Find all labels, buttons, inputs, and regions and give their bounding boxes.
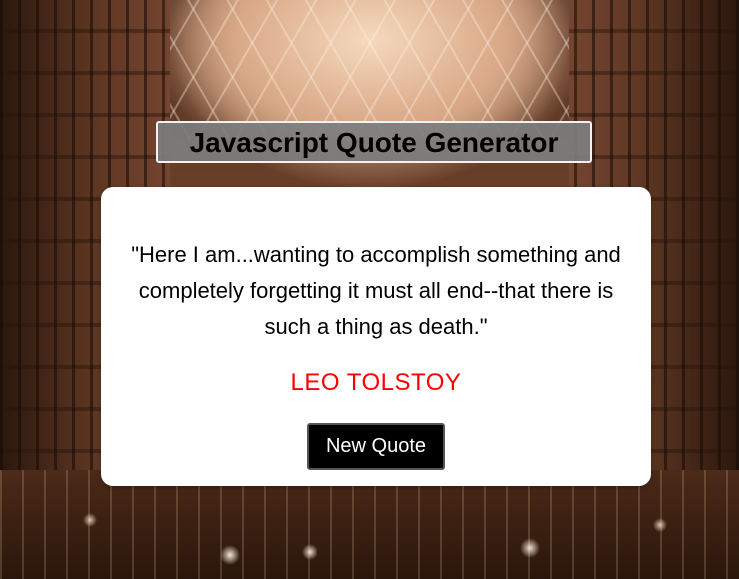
new-quote-button[interactable]: New Quote [307,423,445,470]
page-title: Javascript Quote Generator [156,121,592,163]
quote-card: "Here I am...wanting to accomplish somet… [101,187,651,486]
quote-text: "Here I am...wanting to accomplish somet… [131,242,621,339]
quote-author: LEO TOLSTOY [290,369,462,396]
